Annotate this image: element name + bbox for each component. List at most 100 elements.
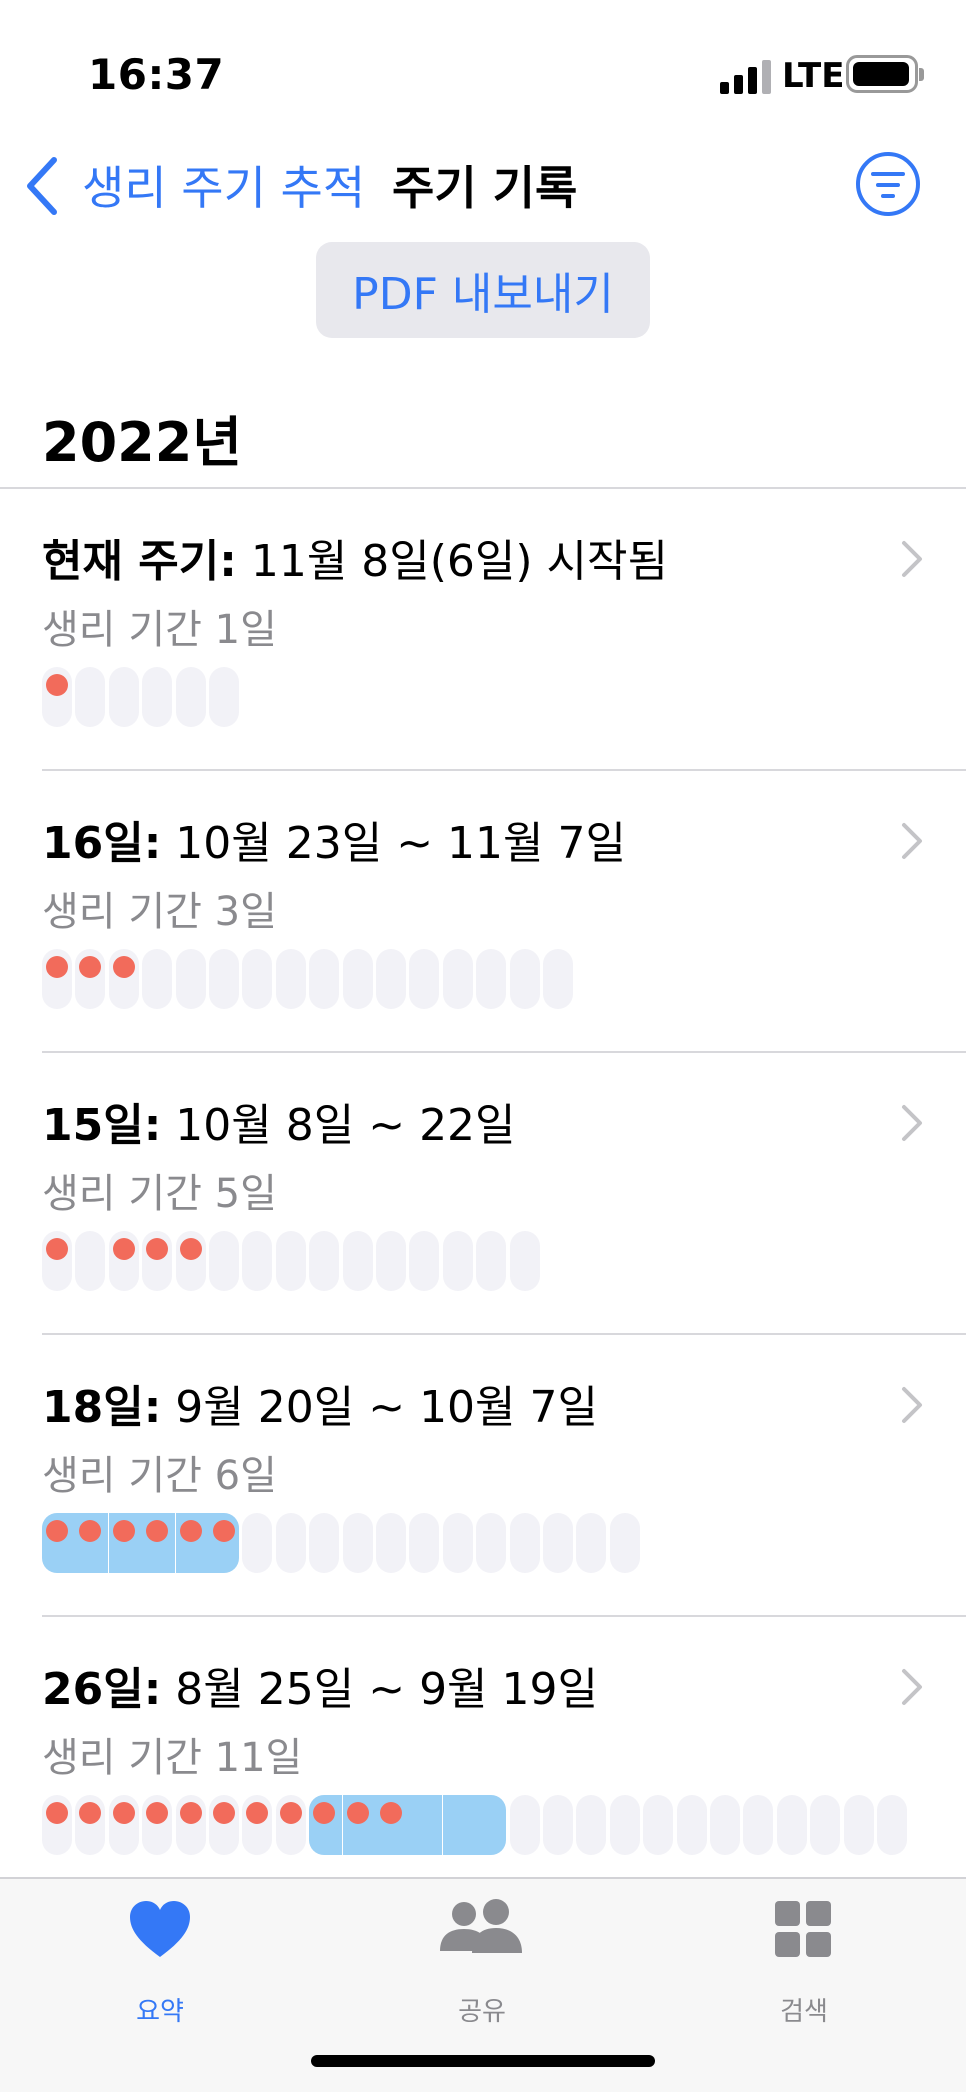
page-title: 주기 기록 [392,161,578,215]
grid-icon [775,1901,831,1957]
day-cell [42,667,72,727]
back-button[interactable]: 생리 주기 추적 [82,152,365,218]
cycle-date-range: 11월 8일(6일) 시작됨 [236,536,668,587]
cycle-row[interactable]: 현재 주기: 11월 8일(6일) 시작됨생리 기간 1일 [0,489,966,771]
chevron-right-icon [902,823,922,859]
day-cell [242,949,273,1009]
day-cell [175,1795,206,1855]
day-cell [275,949,306,1009]
day-cell [476,1513,507,1573]
day-cell [142,1513,176,1573]
day-cell [142,1231,173,1291]
chevron-right-icon [902,541,922,577]
day-cell [209,1795,239,1855]
cycle-row[interactable]: 15일: 10월 8일 ~ 22일 생리 기간 5일 [0,1053,966,1335]
cycle-date-range: 9월 20일 ~ 10월 7일 [161,1382,598,1433]
day-cell [376,949,406,1009]
home-indicator[interactable] [311,2055,655,2067]
day-cell [42,1231,72,1291]
period-dot [146,1520,169,1542]
day-cell [409,949,440,1009]
day-cell [75,1795,106,1855]
cycle-row[interactable]: 16일: 10월 23일 ~ 11월 7일 생리 기간 3일 [0,771,966,1053]
cycle-title: 18일: 9월 20일 ~ 10월 7일 [42,1371,598,1435]
cycle-title: 15일: 10월 8일 ~ 22일 [42,1089,516,1153]
period-duration: 생리 기간 3일 [42,889,277,935]
status-bar: 16:37 LTE [0,0,966,150]
day-cell [409,1795,443,1855]
tab-sharing[interactable]: 공유 [382,1899,582,2027]
chevron-right-icon [902,1669,922,1705]
day-cell [209,1513,239,1573]
day-cell [843,1795,874,1855]
day-cell [609,1513,640,1573]
tab-label: 검색 [780,1997,828,2027]
day-cell [242,1231,273,1291]
day-cell [75,1231,106,1291]
day-cell [275,1231,306,1291]
period-dot [46,674,68,696]
export-pdf-button[interactable]: PDF 내보내기 [316,242,650,338]
tab-browse[interactable]: 검색 [704,1899,904,2027]
day-cell [142,1795,173,1855]
cycle-date-range: 8월 25일 ~ 9월 19일 [161,1664,598,1715]
tab-summary[interactable]: 요약 [60,1899,260,2027]
day-cell [442,949,473,1009]
period-dot [112,1520,135,1542]
period-dot [179,1238,202,1260]
day-cell [476,1795,507,1855]
period-dot [79,1802,102,1824]
day-cell [42,1513,75,1573]
day-cell [442,1231,473,1291]
status-time: 16:37 [88,50,225,99]
period-dot [112,956,135,978]
day-cell [342,1513,373,1573]
period-dot [246,1802,269,1824]
period-dot [346,1802,369,1824]
day-cell [643,1795,674,1855]
day-cell [476,949,507,1009]
day-cell [42,1795,72,1855]
period-duration: 생리 기간 11일 [42,1735,303,1781]
year-header: 2022년 [42,411,242,474]
period-dot [380,1802,402,1824]
day-cell [543,1513,573,1573]
day-cell [309,1513,340,1573]
day-cell [309,949,340,1009]
day-cell [476,1231,507,1291]
day-cell [75,949,106,1009]
period-dot [213,1802,235,1824]
heart-icon [130,1901,190,1957]
day-cell [543,949,573,1009]
period-dot [146,1802,169,1824]
day-cell [676,1795,707,1855]
day-cell [376,1513,406,1573]
day-cell [376,1795,409,1855]
day-cell [376,1231,406,1291]
day-cell [509,1513,540,1573]
day-cell [609,1795,640,1855]
day-cell [175,1513,209,1573]
day-cell [142,667,173,727]
filter-icon[interactable] [856,152,920,216]
period-duration: 생리 기간 1일 [42,607,277,653]
day-cell [242,1795,273,1855]
day-cell [509,1231,540,1291]
cycle-row[interactable]: 18일: 9월 20일 ~ 10월 7일 생리 기간 6일 [0,1335,966,1617]
period-dot [46,1802,68,1824]
cycle-date-range: 10월 8일 ~ 22일 [161,1100,516,1151]
day-cell [75,667,106,727]
cycle-length: 현재 주기: [42,536,237,587]
day-cell [342,1231,373,1291]
day-cell [209,1231,239,1291]
people-icon [440,1899,522,1953]
day-cell [108,667,139,727]
day-cell [543,1795,573,1855]
back-chevron-icon[interactable] [24,154,64,218]
day-cell [442,1513,473,1573]
day-cell [576,1795,607,1855]
day-cell [142,949,173,1009]
cycle-row[interactable]: 26일: 8월 25일 ~ 9월 19일 생리 기간 11일 [0,1617,966,1899]
day-cell [342,1795,376,1855]
day-cell [175,1231,206,1291]
